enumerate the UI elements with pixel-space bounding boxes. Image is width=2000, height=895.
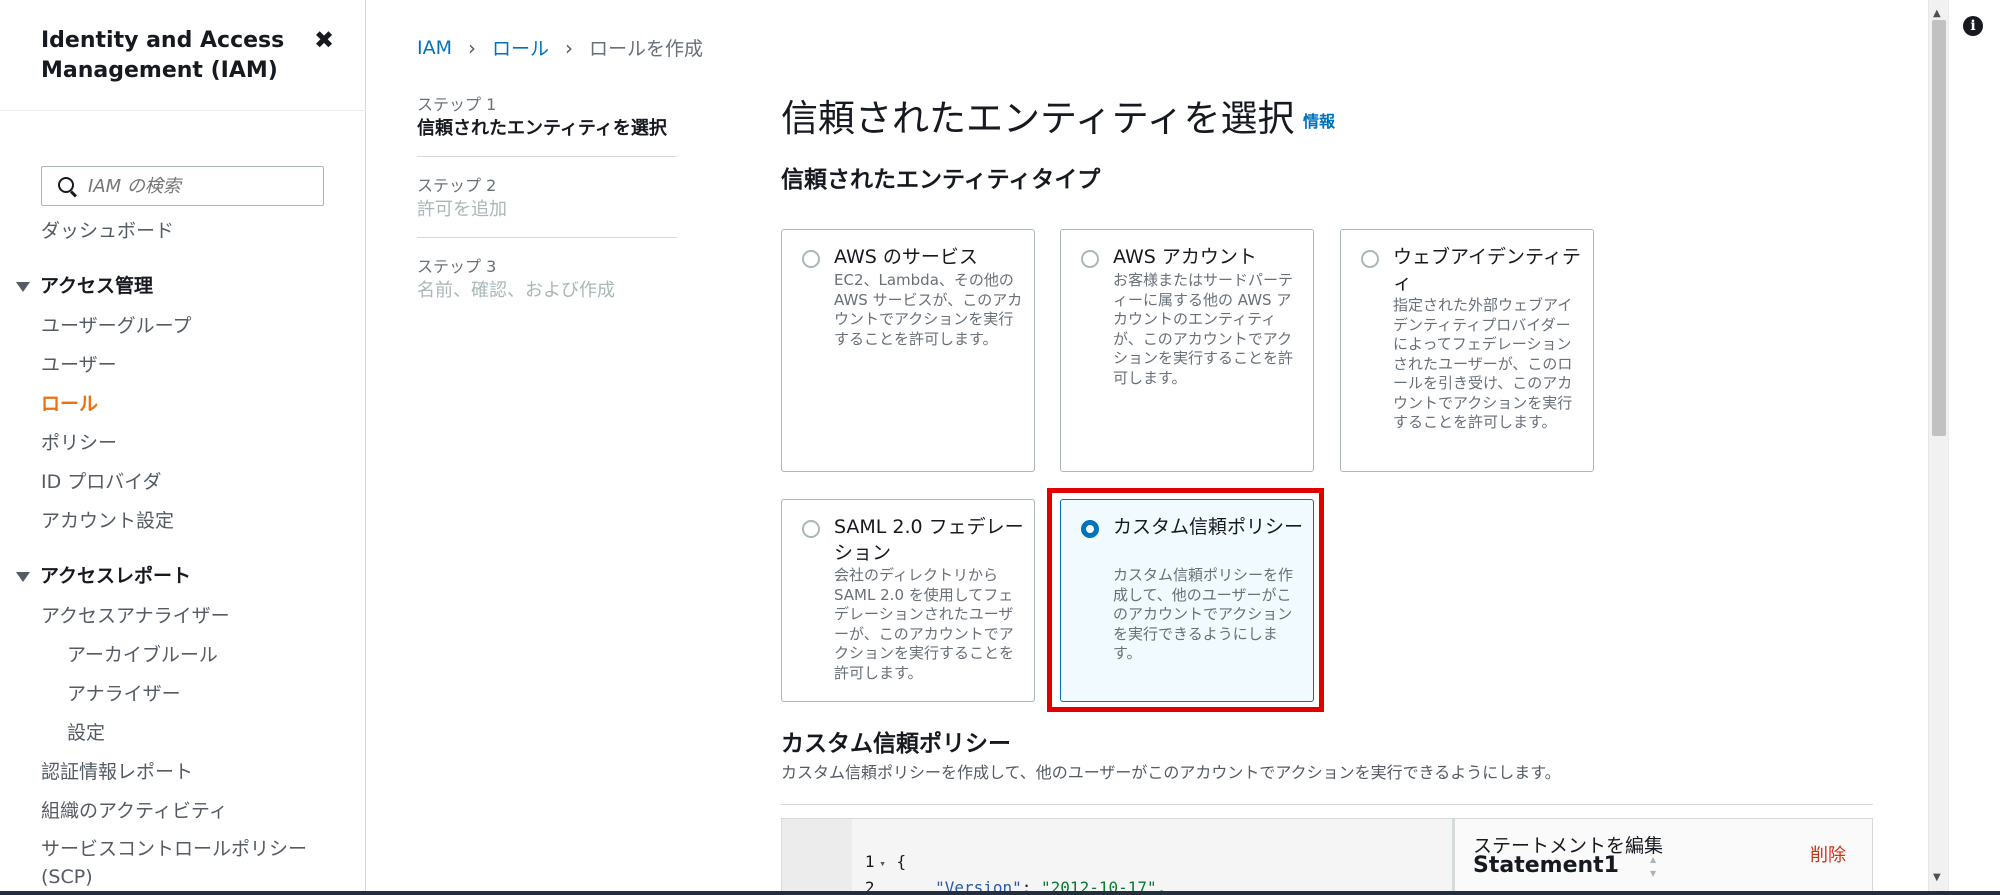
sidebar-divider <box>0 110 366 111</box>
radio-button[interactable] <box>802 250 820 268</box>
sidebar-item-archive-rules[interactable]: アーカイブルール <box>67 640 218 667</box>
custom-policy-description: カスタム信頼ポリシーを作成して、他のユーザーがこのアカウントでアクションを実行で… <box>781 763 1561 782</box>
step-label: 信頼されたエンティティを選択 <box>417 118 667 139</box>
policy-code-editor[interactable]: 1▾{ 2 "Version": "2012-10-17", 3▾ "State… <box>781 818 1453 891</box>
scroll-down-arrow-icon[interactable]: ▼ <box>1933 872 1941 883</box>
sidebar-item-scp[interactable]: サービスコントロールポリシー (SCP) <box>41 835 311 891</box>
caret-down-icon <box>16 281 30 292</box>
breadcrumb-roles[interactable]: ロール <box>492 34 549 61</box>
statement-name-field[interactable]: Statement1 <box>1473 853 1669 878</box>
entity-card-custom-trust-policy[interactable]: カスタム信頼ポリシー カスタム信頼ポリシーを作成して、他のユーザーがこのアカウン… <box>1060 499 1314 702</box>
sidebar-item-identity-providers[interactable]: ID プロバイダ <box>41 467 162 494</box>
card-description: カスタム信頼ポリシーを作成して、他のユーザーがこのアカウントでアクションを実行で… <box>1113 566 1294 662</box>
sidebar: Identity and Access Management (IAM) ✖ ダ… <box>0 0 366 891</box>
page-scrollbar[interactable]: ▲ ▼ <box>1928 0 1948 891</box>
entity-card-aws-account[interactable]: AWS アカウント お客様またはサードパーティーに属する他の AWS アカウント… <box>1060 229 1314 472</box>
search-input[interactable] <box>88 175 308 197</box>
info-link[interactable]: 情報 <box>1303 108 1335 132</box>
wizard-step-1[interactable]: ステップ 1 信頼されたエンティティを選択 <box>417 94 677 157</box>
wizard-step-2: ステップ 2 許可を追加 <box>417 175 677 238</box>
entity-type-heading: 信頼されたエンティティタイプ <box>781 167 1101 193</box>
card-title: AWS アカウント <box>1113 246 1257 268</box>
entity-card-web-identity[interactable]: ウェブアイデンティティ 指定された外部ウェブアイデンティティプロバイダーによって… <box>1340 229 1594 472</box>
sidebar-item-organization-activity[interactable]: 組織のアクティビティ <box>41 796 228 823</box>
card-description: 指定された外部ウェブアイデンティティプロバイダーによってフェデレーションされたユ… <box>1393 296 1573 431</box>
card-title: ウェブアイデンティティ <box>1393 246 1581 294</box>
sidebar-item-account-settings[interactable]: アカウント設定 <box>41 506 174 533</box>
radio-button-selected[interactable] <box>1081 520 1099 538</box>
statement-edit-panel: ステートメントを編集 Statement1 削除 <box>1453 818 1873 891</box>
radio-button[interactable] <box>802 520 820 538</box>
radio-button[interactable] <box>1361 250 1379 268</box>
scroll-up-arrow-icon[interactable]: ▲ <box>1933 8 1941 19</box>
caret-down-icon <box>16 571 30 582</box>
breadcrumb-iam[interactable]: IAM <box>417 37 452 59</box>
radio-button[interactable] <box>1081 250 1099 268</box>
step-label: 名前、確認、および作成 <box>417 280 615 301</box>
chevron-right-icon: › <box>565 35 574 60</box>
sidebar-item-credential-report[interactable]: 認証情報レポート <box>41 757 193 784</box>
sidebar-title: Identity and Access Management (IAM) <box>41 28 285 83</box>
info-icon[interactable]: i <box>1963 16 1983 36</box>
sidebar-item-policies[interactable]: ポリシー <box>41 428 117 455</box>
sidebar-item-users[interactable]: ユーザー <box>41 350 117 377</box>
card-title: SAML 2.0 フェデレーション <box>834 516 1024 564</box>
sidebar-item-analyzer-settings[interactable]: 設定 <box>67 718 105 745</box>
sidebar-search[interactable] <box>41 166 324 206</box>
wizard-step-3: ステップ 3 名前、確認、および作成 <box>417 256 677 318</box>
sidebar-item-analyzers[interactable]: アナライザー <box>67 679 181 706</box>
section-label: アクセス管理 <box>40 275 154 297</box>
sidebar-section-access-management[interactable]: アクセス管理 <box>16 271 153 298</box>
search-icon <box>56 175 78 197</box>
entity-card-aws-service[interactable]: AWS のサービス EC2、Lambda、その他の AWS サービスが、このアカ… <box>781 229 1035 472</box>
section-divider <box>781 804 1873 805</box>
stepper-arrows-icon[interactable] <box>1650 855 1666 885</box>
step-number: ステップ 2 <box>417 176 497 195</box>
wizard-steps: ステップ 1 信頼されたエンティティを選択 ステップ 2 許可を追加 ステップ … <box>417 94 677 336</box>
sidebar-section-access-reports[interactable]: アクセスレポート <box>16 561 191 588</box>
card-description: 会社のディレクトリから SAML 2.0 を使用してフェデレーションされたユーザ… <box>834 566 1015 682</box>
sidebar-item-access-analyzer[interactable]: アクセスアナライザー <box>41 601 230 628</box>
scrollbar-thumb[interactable] <box>1932 20 1946 436</box>
step-number: ステップ 1 <box>417 95 497 114</box>
card-description: EC2、Lambda、その他の AWS サービスが、このアカウントでアクションを… <box>834 271 1023 348</box>
entity-card-saml-federation[interactable]: SAML 2.0 フェデレーション 会社のディレクトリから SAML 2.0 を… <box>781 499 1035 702</box>
delete-statement-button[interactable]: 削除 <box>1810 841 1846 867</box>
page-title: 信頼されたエンティティを選択 <box>781 97 1295 140</box>
bottom-bar <box>0 891 2000 895</box>
card-title: カスタム信頼ポリシー <box>1113 516 1304 538</box>
step-number: ステップ 3 <box>417 257 497 276</box>
breadcrumb-create-role: ロールを作成 <box>589 38 704 60</box>
section-label: アクセスレポート <box>40 565 192 587</box>
help-panel-rail: i <box>1948 0 2000 891</box>
editor-line[interactable]: 1 ▾{ <box>782 823 1452 871</box>
custom-policy-heading: カスタム信頼ポリシー <box>781 731 1011 757</box>
card-title: AWS のサービス <box>834 246 978 268</box>
sidebar-item-dashboard[interactable]: ダッシュボード <box>41 216 174 243</box>
chevron-right-icon: › <box>468 35 476 60</box>
step-label: 許可を追加 <box>417 199 507 220</box>
editor-line[interactable]: 3▾ "Statement": [ <box>782 875 1452 891</box>
card-description: お客様またはサードパーティーに属する他の AWS アカウントのエンティティが、こ… <box>1113 271 1294 387</box>
editor-line[interactable]: 2 "Version": "2012-10-17", <box>782 849 1452 891</box>
sidebar-item-user-groups[interactable]: ユーザーグループ <box>41 311 191 338</box>
breadcrumb: IAM › ロール › ロールを作成 <box>417 34 703 61</box>
close-icon[interactable]: ✖ <box>314 26 334 54</box>
sidebar-item-roles[interactable]: ロール <box>41 389 98 416</box>
